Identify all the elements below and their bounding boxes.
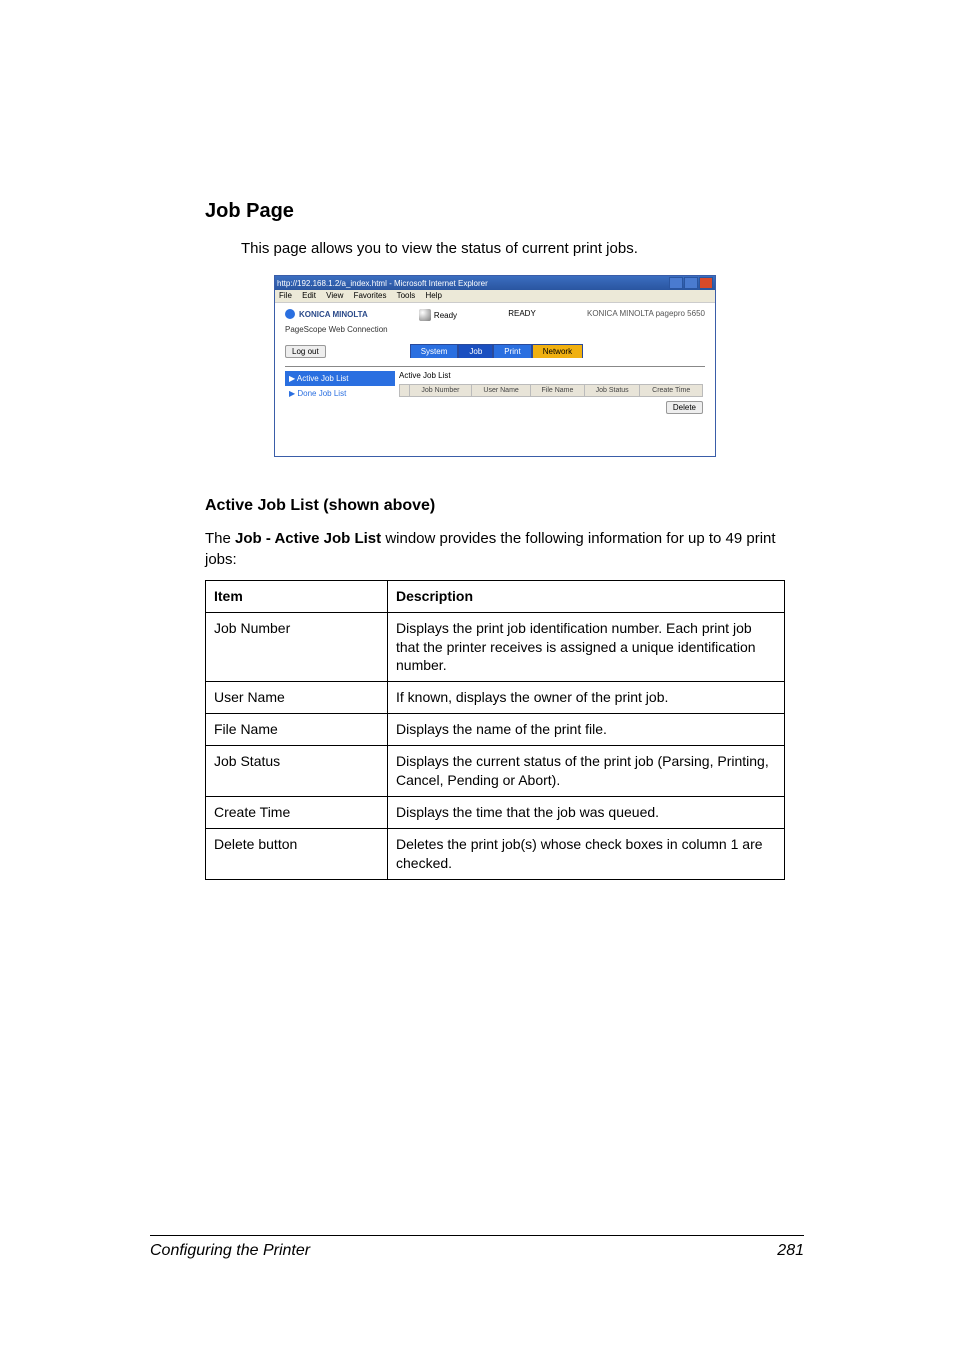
ready-indicator: Ready <box>419 309 457 321</box>
tab-network: Network <box>532 344 583 358</box>
page-footer: Configuring the Printer 281 <box>150 1235 804 1260</box>
document-page: Job Page This page allows you to view th… <box>0 0 954 1350</box>
tab-print: Print <box>493 344 531 358</box>
info-table: Item Description Job Number Displays the… <box>205 580 785 880</box>
col-create-time: Create Time <box>640 385 703 397</box>
screenshot-lower: ▶ Active Job List ▶ Done Job List Active… <box>285 366 705 414</box>
cell-desc: Displays the name of the print file. <box>388 714 785 746</box>
col-check <box>400 385 410 397</box>
sidebar-active-job-list: ▶ Active Job List <box>285 371 395 386</box>
subheading: Active Job List (shown above) <box>205 497 785 515</box>
cell-item: Job Status <box>206 746 388 797</box>
window-title: http://192.168.1.2/a_index.html - Micros… <box>277 279 488 288</box>
col-file-name: File Name <box>530 385 584 397</box>
menu-file: File <box>279 291 292 300</box>
footer-page-number: 281 <box>777 1242 804 1260</box>
tab-system: System <box>410 344 459 358</box>
logo-icon <box>285 309 295 319</box>
table-row: Delete button Deletes the print job(s) w… <box>206 828 785 879</box>
table-row: Job Status Displays the current status o… <box>206 746 785 797</box>
delete-button: Delete <box>666 401 703 414</box>
connection-text: PageScope Web Connection <box>285 325 705 334</box>
tab-job: Job <box>458 344 493 358</box>
tab-bar: System Job Print Network <box>410 344 583 358</box>
footer-title: Configuring the Printer <box>150 1242 310 1260</box>
cell-desc: Deletes the print job(s) whose check box… <box>388 828 785 879</box>
window-buttons <box>669 277 713 289</box>
maximize-icon <box>684 277 698 289</box>
para-bold: Job - Active Job List <box>235 530 381 547</box>
table-row: File Name Displays the name of the print… <box>206 714 785 746</box>
ready-status: READY <box>508 309 536 318</box>
job-table: Job Number User Name File Name Job Statu… <box>399 384 703 397</box>
printer-icon <box>419 309 431 321</box>
browser-menu: File Edit View Favorites Tools Help <box>275 290 715 303</box>
panel-title: Active Job List <box>399 371 703 380</box>
logout-button: Log out <box>285 345 326 358</box>
th-description: Description <box>388 580 785 612</box>
screenshot-sidebar: ▶ Active Job List ▶ Done Job List <box>285 367 395 414</box>
th-item: Item <box>206 580 388 612</box>
model-text: KONICA MINOLTA pagepro 5650 <box>587 309 705 318</box>
brand-text: KONICA MINOLTA <box>299 310 368 319</box>
brand-logo: KONICA MINOLTA <box>285 309 368 319</box>
cell-item: Create Time <box>206 796 388 828</box>
col-user-name: User Name <box>472 385 531 397</box>
minimize-icon <box>669 277 683 289</box>
cell-desc: If known, displays the owner of the prin… <box>388 682 785 714</box>
screenshot-image: http://192.168.1.2/a_index.html - Micros… <box>274 275 716 457</box>
ready-label: Ready <box>434 311 457 320</box>
paragraph: The Job - Active Job List window provide… <box>205 529 785 570</box>
delete-row: Delete <box>399 401 703 414</box>
menu-favorites: Favorites <box>354 291 387 300</box>
cell-item: File Name <box>206 714 388 746</box>
sidebar-done-job-list: ▶ Done Job List <box>285 386 395 401</box>
col-job-number: Job Number <box>409 385 472 397</box>
cell-item: Job Number <box>206 612 388 682</box>
col-job-status: Job Status <box>584 385 640 397</box>
cell-desc: Displays the time that the job was queue… <box>388 796 785 828</box>
menu-help: Help <box>426 291 442 300</box>
screenshot-main: Active Job List Job Number User Name Fil… <box>395 367 705 414</box>
cell-item: User Name <box>206 682 388 714</box>
toolbar-row: Log out System Job Print Network <box>285 344 705 358</box>
cell-item: Delete button <box>206 828 388 879</box>
cell-desc: Displays the print job identification nu… <box>388 612 785 682</box>
menu-tools: Tools <box>397 291 416 300</box>
intro-text: This page allows you to view the status … <box>205 239 785 259</box>
table-row: Create Time Displays the time that the j… <box>206 796 785 828</box>
para-prefix: The <box>205 530 235 547</box>
content-area: Job Page This page allows you to view th… <box>205 200 785 880</box>
screenshot-header: KONICA MINOLTA Ready READY KONICA MINOLT… <box>285 309 705 321</box>
close-icon <box>699 277 713 289</box>
cell-desc: Displays the current status of the print… <box>388 746 785 797</box>
screenshot-body: KONICA MINOLTA Ready READY KONICA MINOLT… <box>275 303 715 420</box>
page-heading: Job Page <box>205 200 785 223</box>
menu-view: View <box>326 291 343 300</box>
table-row: Job Number Displays the print job identi… <box>206 612 785 682</box>
window-titlebar: http://192.168.1.2/a_index.html - Micros… <box>275 276 715 290</box>
menu-edit: Edit <box>302 291 316 300</box>
table-row: User Name If known, displays the owner o… <box>206 682 785 714</box>
